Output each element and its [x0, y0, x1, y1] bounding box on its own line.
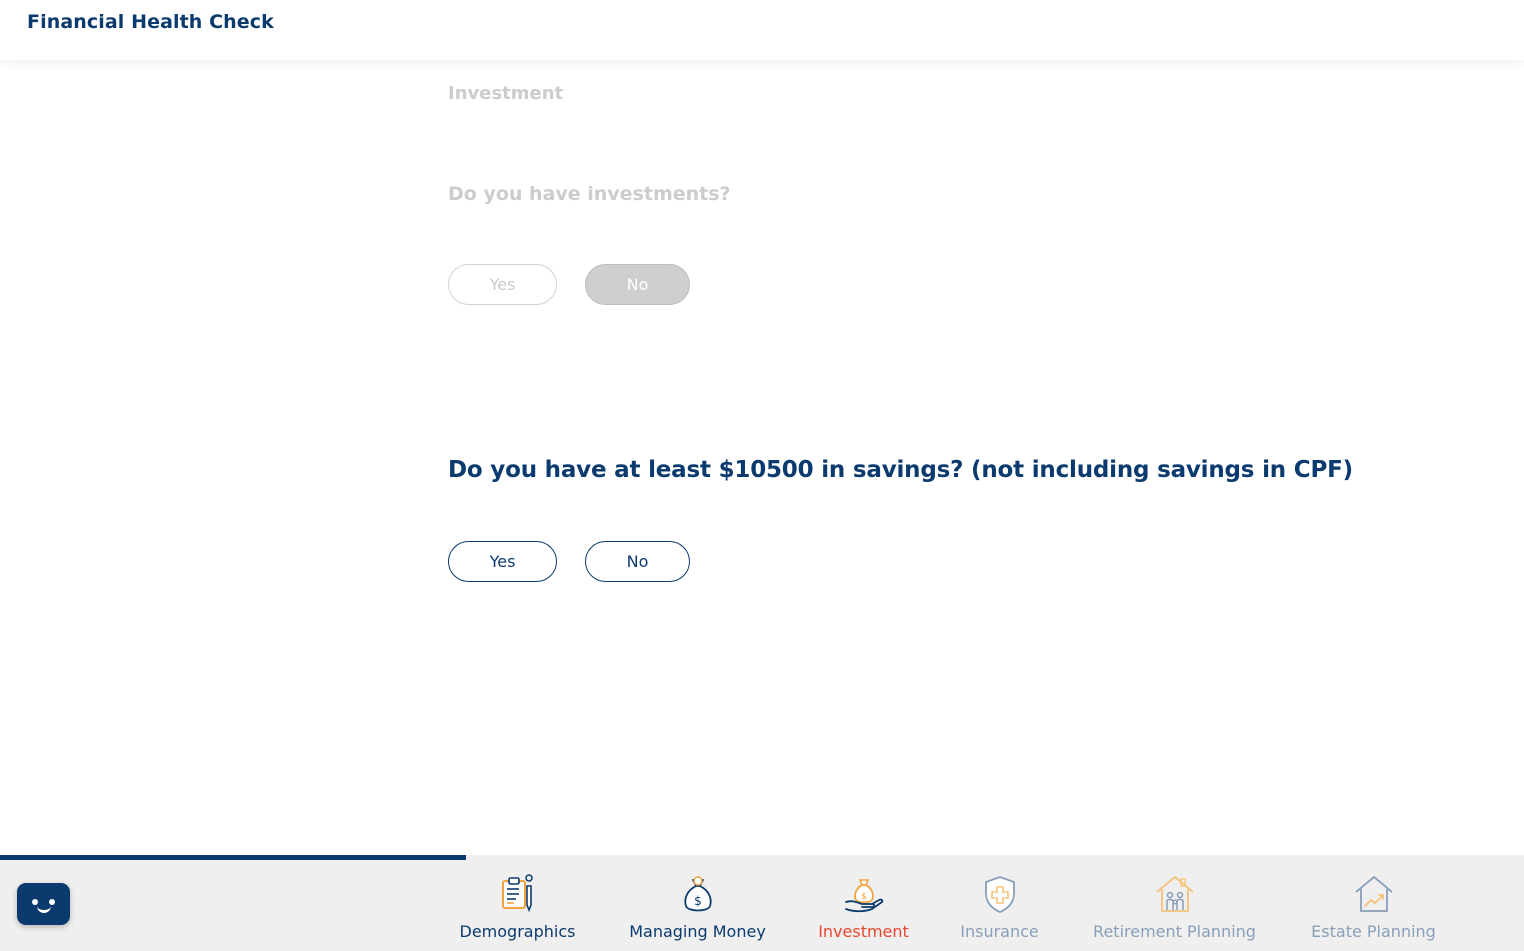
nav-label: Investment [818, 922, 909, 941]
nav-demographics[interactable]: Demographics [457, 872, 578, 951]
app-header: Financial Health Check [0, 0, 1524, 60]
savings-yes-button[interactable]: Yes [448, 541, 557, 582]
nav-label: Demographics [459, 922, 576, 941]
svg-text:$: $ [861, 892, 867, 902]
money-bag-icon: $ [683, 876, 712, 912]
section-title: Investment [448, 83, 564, 104]
investments-no-button[interactable]: No [585, 264, 690, 305]
nav-estate-planning[interactable]: Estate Planning [1309, 872, 1438, 951]
nav-managing-money[interactable]: $ Managing Money [626, 872, 769, 951]
question-savings: Do you have at least $10500 in savings? … [448, 457, 1353, 483]
shield-cross-icon [984, 876, 1015, 913]
progress-bar [0, 855, 1524, 860]
progress-fill [0, 855, 467, 860]
house-growth-icon [1354, 876, 1393, 912]
investments-yes-button[interactable]: Yes [448, 264, 557, 305]
nav-retirement-planning[interactable]: Retirement Planning [1089, 872, 1260, 951]
house-family-icon [1155, 876, 1194, 912]
nav-investment[interactable]: $ Investment [817, 872, 910, 951]
svg-text:$: $ [694, 894, 702, 908]
hand-money-bag-icon: $ [844, 879, 883, 913]
savings-no-button[interactable]: No [585, 541, 690, 582]
clipboard-pen-icon [501, 874, 533, 913]
chatbot-face-icon[interactable] [17, 883, 70, 925]
nav-label: Estate Planning [1311, 922, 1436, 941]
nav-label: Managing Money [629, 922, 766, 941]
app-title: Financial Health Check [27, 11, 274, 33]
nav-label: Insurance [960, 922, 1039, 941]
question-investments: Do you have investments? [448, 183, 731, 205]
nav-insurance[interactable]: Insurance [959, 872, 1040, 951]
nav-label: Retirement Planning [1093, 922, 1256, 941]
